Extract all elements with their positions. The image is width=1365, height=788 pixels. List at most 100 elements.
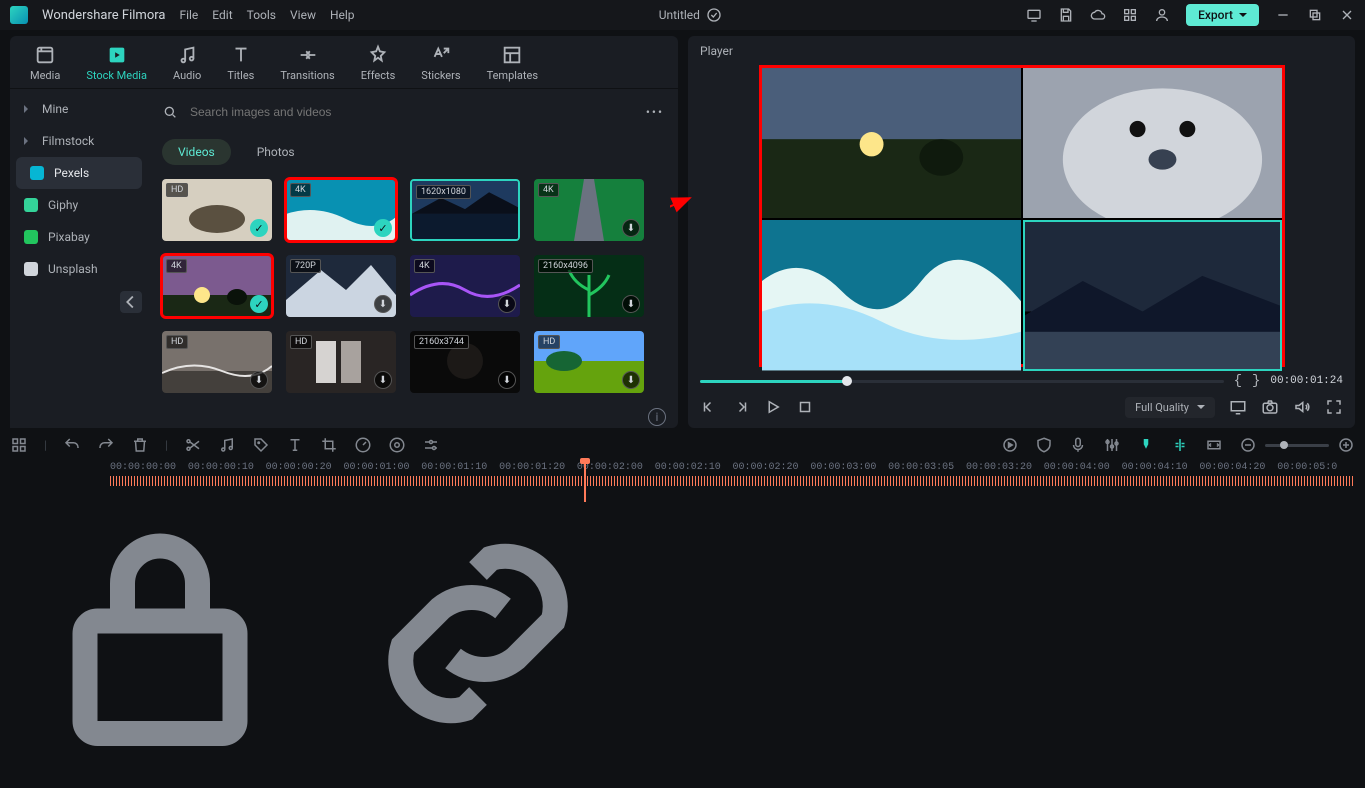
download-icon[interactable]: ⬇ xyxy=(374,295,392,313)
user-icon[interactable] xyxy=(1154,7,1170,23)
download-icon[interactable]: ⬇ xyxy=(498,371,516,389)
delete-icon[interactable] xyxy=(131,436,149,454)
zoom-out-icon[interactable] xyxy=(1239,436,1257,454)
adjust-icon[interactable] xyxy=(422,436,440,454)
mixer-icon[interactable] xyxy=(1103,436,1121,454)
media-thumb[interactable]: HD⬇ xyxy=(162,331,272,393)
nav-back-icon[interactable] xyxy=(120,291,142,313)
media-thumb[interactable]: 2160x4096⬇ xyxy=(534,255,644,317)
sidebar-item-pexels[interactable]: Pexels xyxy=(16,157,142,189)
mark-out-icon[interactable]: } xyxy=(1252,373,1260,389)
shield-icon[interactable] xyxy=(1035,436,1053,454)
export-button[interactable]: Export xyxy=(1186,4,1259,26)
media-thumb[interactable]: 4K⬇ xyxy=(410,255,520,317)
marker-icon[interactable] xyxy=(1137,436,1155,454)
zoom-in-icon[interactable] xyxy=(1337,436,1355,454)
maximize-icon[interactable] xyxy=(1307,7,1323,23)
download-icon[interactable]: ⬇ xyxy=(374,371,392,389)
resolution-badge: 4K xyxy=(290,183,311,197)
media-thumb[interactable]: HD⬇ xyxy=(286,331,396,393)
render-icon[interactable] xyxy=(1001,436,1019,454)
display-icon[interactable] xyxy=(1026,7,1042,23)
zoom-slider[interactable] xyxy=(1239,436,1355,454)
media-thumb[interactable]: 1620x1080 xyxy=(410,179,520,241)
time-label: 00:00:01:20 xyxy=(499,462,577,476)
filter-photos[interactable]: Photos xyxy=(241,139,311,165)
media-thumb[interactable]: 4K ✓ xyxy=(286,179,396,241)
check-icon xyxy=(706,7,722,23)
download-icon[interactable]: ⬇ xyxy=(498,295,516,313)
download-icon[interactable]: ⬇ xyxy=(622,219,640,237)
time-label: 00:00:04:00 xyxy=(1044,462,1122,476)
undo-icon[interactable] xyxy=(63,436,81,454)
color-icon[interactable] xyxy=(388,436,406,454)
quality-select[interactable]: Full Quality xyxy=(1125,397,1215,418)
mark-in-icon[interactable]: { xyxy=(1234,373,1242,389)
tab-stickers[interactable]: Stickers xyxy=(421,44,460,82)
next-frame-icon[interactable] xyxy=(732,398,750,416)
snapshot-icon[interactable] xyxy=(1261,398,1279,416)
tab-audio[interactable]: Audio xyxy=(173,44,201,82)
close-icon[interactable] xyxy=(1339,7,1355,23)
tab-media[interactable]: Media xyxy=(30,44,60,82)
menu-help[interactable]: Help xyxy=(330,8,355,22)
menu-file[interactable]: File xyxy=(179,8,198,22)
fit-icon[interactable] xyxy=(1205,436,1223,454)
mic-icon[interactable] xyxy=(1069,436,1087,454)
grid-icon[interactable] xyxy=(1122,7,1138,23)
tab-stock-media[interactable]: Stock Media xyxy=(86,44,147,82)
media-thumb[interactable]: 2160x3744⬇ xyxy=(410,331,520,393)
media-thumb[interactable]: 4K⬇ xyxy=(534,179,644,241)
sidebar-item-mine[interactable]: Mine xyxy=(10,93,148,125)
more-icon[interactable]: ••• xyxy=(646,105,664,119)
info-icon[interactable]: i xyxy=(648,408,666,426)
track-link-icon[interactable] xyxy=(328,482,628,785)
menu-edit[interactable]: Edit xyxy=(212,8,232,22)
download-icon[interactable]: ⬇ xyxy=(622,295,640,313)
media-thumb[interactable]: HD⬇ xyxy=(534,331,644,393)
text-icon[interactable] xyxy=(286,436,304,454)
sidebar-item-filmstock[interactable]: Filmstock xyxy=(10,125,148,157)
check-icon: ✓ xyxy=(374,219,392,237)
scrub-bar[interactable]: { } 00:00:01:24 xyxy=(700,370,1343,392)
cloud-icon[interactable] xyxy=(1090,7,1106,23)
sidebar-item-unsplash[interactable]: Unsplash xyxy=(10,253,148,285)
check-icon: ✓ xyxy=(250,295,268,313)
track-lock-icon[interactable] xyxy=(10,482,310,785)
tab-transitions[interactable]: Transitions xyxy=(280,44,334,82)
save-icon[interactable] xyxy=(1058,7,1074,23)
monitor-icon[interactable] xyxy=(1229,398,1247,416)
app-logo-icon xyxy=(10,6,28,24)
preview-viewport[interactable] xyxy=(762,68,1282,364)
play-icon[interactable] xyxy=(764,398,782,416)
tab-templates[interactable]: Templates xyxy=(487,44,538,82)
split-icon[interactable] xyxy=(184,436,202,454)
redo-icon[interactable] xyxy=(97,436,115,454)
media-thumb[interactable]: HD✓ xyxy=(162,179,272,241)
download-icon[interactable]: ⬇ xyxy=(622,371,640,389)
timeline-ruler[interactable]: 00:00:00:0000:00:00:1000:00:00:2000:00:0… xyxy=(10,462,1355,508)
media-thumb[interactable]: 720P⬇ xyxy=(286,255,396,317)
crop-icon[interactable] xyxy=(320,436,338,454)
menu-tools[interactable]: Tools xyxy=(247,8,276,22)
layout-icon[interactable] xyxy=(10,436,28,454)
tag-icon[interactable] xyxy=(252,436,270,454)
prev-frame-icon[interactable] xyxy=(700,398,718,416)
menu-view[interactable]: View xyxy=(290,8,316,22)
stop-icon[interactable] xyxy=(796,398,814,416)
volume-icon[interactable] xyxy=(1293,398,1311,416)
tab-effects[interactable]: Effects xyxy=(361,44,396,82)
playhead[interactable] xyxy=(584,462,586,502)
music-icon[interactable] xyxy=(218,436,236,454)
sidebar-item-pixabay[interactable]: Pixabay xyxy=(10,221,148,253)
filter-videos[interactable]: Videos xyxy=(162,139,231,165)
fullscreen-icon[interactable] xyxy=(1325,398,1343,416)
search-input[interactable] xyxy=(186,99,638,125)
minimize-icon[interactable] xyxy=(1275,7,1291,23)
sidebar-item-giphy[interactable]: Giphy xyxy=(10,189,148,221)
align-icon[interactable] xyxy=(1171,436,1189,454)
download-icon[interactable]: ⬇ xyxy=(250,371,268,389)
speed-icon[interactable] xyxy=(354,436,372,454)
tab-titles[interactable]: Titles xyxy=(227,44,254,82)
media-thumb[interactable]: 4K✓ xyxy=(162,255,272,317)
